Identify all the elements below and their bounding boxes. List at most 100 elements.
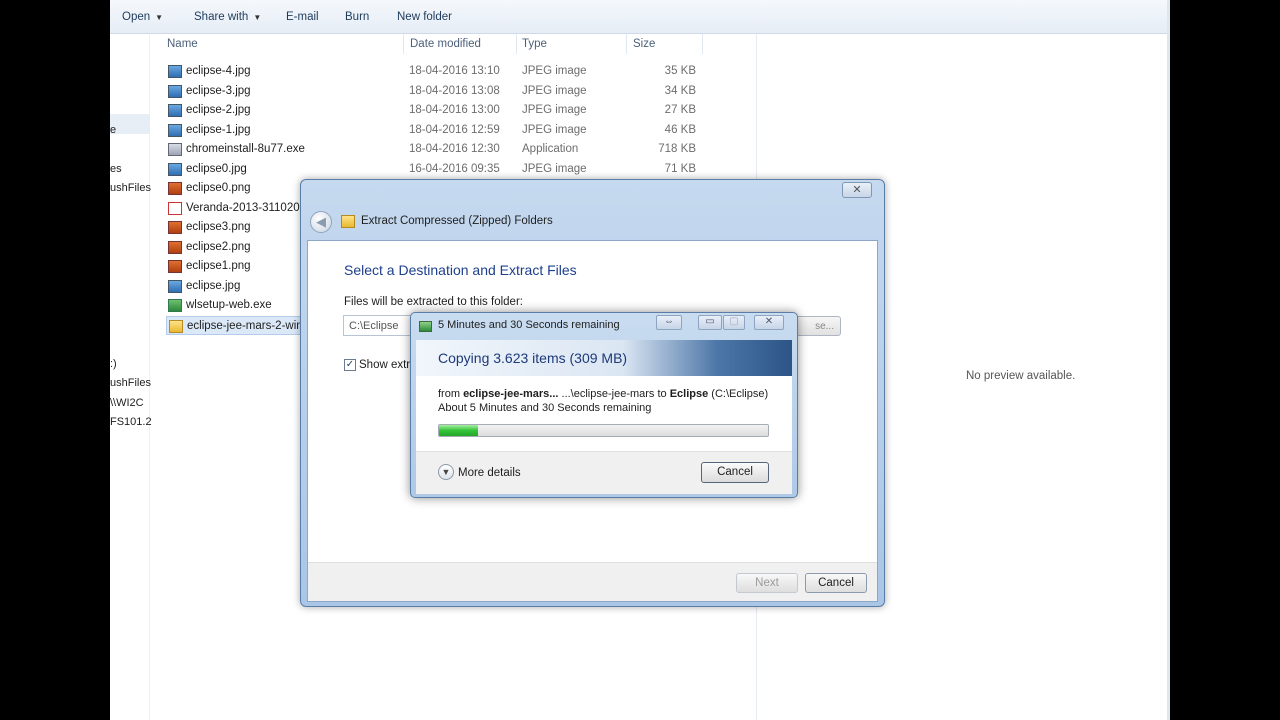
- column-header-size[interactable]: Size: [633, 38, 655, 50]
- file-name: wlsetup-web.exe: [186, 299, 272, 311]
- open-label: Open: [122, 11, 151, 23]
- chevron-down-icon: ▼: [155, 13, 164, 22]
- file-type: JPEG image: [522, 104, 587, 116]
- more-details-link[interactable]: More details: [458, 467, 521, 479]
- png-file-icon: [168, 240, 182, 254]
- copy-heading: Copying 3.623 items (309 MB): [438, 350, 628, 366]
- file-row[interactable]: eclipse-3.jpg 18-04-2016 13:08 JPEG image 3…: [166, 82, 706, 101]
- file-row[interactable]: chromeinstall-8u77.exe 18-04-2016 12:30 Ap…: [166, 140, 706, 159]
- next-button[interactable]: Next: [736, 573, 798, 593]
- nav-item[interactable]: \\WI2C: [110, 397, 144, 409]
- wizard-footer: Next Cancel: [308, 562, 877, 601]
- wizard-heading: Select a Destination and Extract Files: [344, 262, 577, 278]
- column-separator[interactable]: [626, 34, 627, 54]
- image-file-icon: [168, 65, 182, 78]
- file-name: eclipse-3.jpg: [186, 84, 251, 97]
- file-date: 18-04-2016 13:00: [409, 104, 500, 116]
- png-file-icon: [168, 221, 182, 234]
- destination-input[interactable]: C:\Eclipse: [343, 315, 415, 336]
- copy-icon: [419, 321, 432, 332]
- preview-message: No preview available.: [966, 370, 1076, 382]
- pdf-file-icon: [168, 201, 182, 215]
- image-file-icon: [168, 84, 182, 98]
- navigation-pane[interactable]: e es ushFiles :) ushFiles \\WI2C FS101.2: [110, 34, 152, 720]
- image-file-icon: [168, 104, 182, 117]
- nav-item[interactable]: :): [110, 358, 117, 370]
- nav-item[interactable]: ushFiles: [110, 377, 151, 389]
- file-type: JPEG image: [522, 84, 587, 97]
- back-arrow-icon[interactable]: ◀: [310, 211, 332, 233]
- source-link[interactable]: eclipse-jee-mars...: [463, 388, 558, 400]
- close-button[interactable]: ✕: [754, 315, 784, 330]
- nav-item[interactable]: e: [110, 124, 116, 136]
- zip-folder-icon: [341, 215, 355, 228]
- share-with-label: Share with: [194, 11, 249, 23]
- file-name: eclipse-jee-mars-2-win: [187, 319, 303, 332]
- progress-fill: [439, 425, 479, 436]
- file-name: Veranda-2013-31102014: [186, 201, 313, 214]
- file-date: 18-04-2016 13:10: [409, 65, 500, 77]
- open-button[interactable]: Open ▼: [122, 11, 163, 23]
- file-row[interactable]: eclipse0.jpg 16-04-2016 09:35 JPEG image 71…: [166, 160, 706, 179]
- copy-source-dest-text: from eclipse-jee-mars... ...\eclipse-jee…: [438, 388, 768, 400]
- minimize-button[interactable]: ▭: [698, 315, 722, 330]
- burn-button[interactable]: Burn: [345, 11, 369, 23]
- email-button[interactable]: E-mail: [286, 11, 319, 23]
- copy-footer: ▼ More details Cancel: [416, 451, 792, 494]
- zip-folder-icon: [169, 319, 183, 333]
- window-border: [1167, 0, 1170, 720]
- installer-file-icon: [168, 299, 182, 312]
- new-folder-button[interactable]: New folder: [397, 11, 452, 23]
- file-date: 18-04-2016 12:59: [409, 123, 500, 136]
- swap-icon[interactable]: ⇔: [656, 315, 682, 330]
- from-suffix: (C:\Eclipse): [708, 388, 769, 400]
- column-header-date[interactable]: Date modified: [410, 38, 481, 50]
- file-name: eclipse3.png: [186, 221, 251, 233]
- file-size: 46 KB: [664, 123, 696, 136]
- png-file-icon: [168, 182, 182, 195]
- file-name: eclipse-4.jpg: [186, 65, 251, 77]
- expand-details-icon[interactable]: ▼: [438, 464, 454, 480]
- nav-item[interactable]: es: [110, 163, 122, 175]
- file-type: JPEG image: [522, 65, 587, 77]
- show-files-checkbox[interactable]: ✓: [344, 359, 356, 371]
- file-size: 718 KB: [658, 143, 696, 155]
- copy-progress-dialog: 5 Minutes and 30 Seconds remaining ⇔ ▭ ▢…: [410, 312, 798, 498]
- file-row[interactable]: eclipse-4.jpg 18-04-2016 13:10 JPEG image 3…: [166, 62, 706, 81]
- column-separator[interactable]: [403, 34, 404, 54]
- file-type: JPEG image: [522, 123, 587, 136]
- image-file-icon: [168, 123, 182, 137]
- column-header-type[interactable]: Type: [522, 38, 547, 50]
- file-name: eclipse0.jpg: [186, 162, 247, 175]
- file-type: Application: [522, 143, 579, 155]
- image-file-icon: [168, 162, 182, 176]
- file-name: eclipse2.png: [186, 240, 251, 253]
- share-with-button[interactable]: Share with ▼: [194, 11, 261, 23]
- file-size: 71 KB: [664, 162, 696, 175]
- time-remaining: About 5 Minutes and 30 Seconds remaining: [438, 402, 652, 414]
- column-header-name[interactable]: Name: [167, 38, 198, 50]
- image-file-icon: [168, 279, 182, 293]
- nav-item[interactable]: FS101.2: [110, 416, 152, 428]
- progress-bar: [438, 424, 769, 437]
- chevron-down-icon: ▼: [253, 13, 262, 22]
- png-file-icon: [168, 260, 182, 273]
- file-name: eclipse0.png: [186, 182, 251, 194]
- maximize-button[interactable]: ▢: [723, 315, 745, 330]
- copy-dialog-title: 5 Minutes and 30 Seconds remaining: [438, 319, 620, 331]
- nav-item[interactable]: ushFiles: [110, 182, 151, 194]
- wizard-cancel-button[interactable]: Cancel: [805, 573, 867, 593]
- close-button[interactable]: ✕: [842, 182, 872, 198]
- from-mid: ...\eclipse-jee-mars to: [558, 388, 670, 400]
- file-date: 16-04-2016 09:35: [409, 162, 500, 175]
- file-name: eclipse1.png: [186, 260, 251, 272]
- destination-label: Files will be extracted to this folder:: [344, 296, 523, 308]
- file-date: 18-04-2016 12:30: [409, 143, 500, 155]
- file-row[interactable]: eclipse-2.jpg 18-04-2016 13:00 JPEG image 2…: [166, 101, 706, 120]
- column-separator[interactable]: [516, 34, 517, 54]
- destination-link[interactable]: Eclipse: [670, 388, 709, 400]
- copy-cancel-button[interactable]: Cancel: [701, 462, 769, 483]
- file-row[interactable]: eclipse-1.jpg 18-04-2016 12:59 JPEG image 4…: [166, 121, 706, 140]
- show-files-label: Show extra: [359, 359, 417, 371]
- column-separator[interactable]: [702, 34, 703, 54]
